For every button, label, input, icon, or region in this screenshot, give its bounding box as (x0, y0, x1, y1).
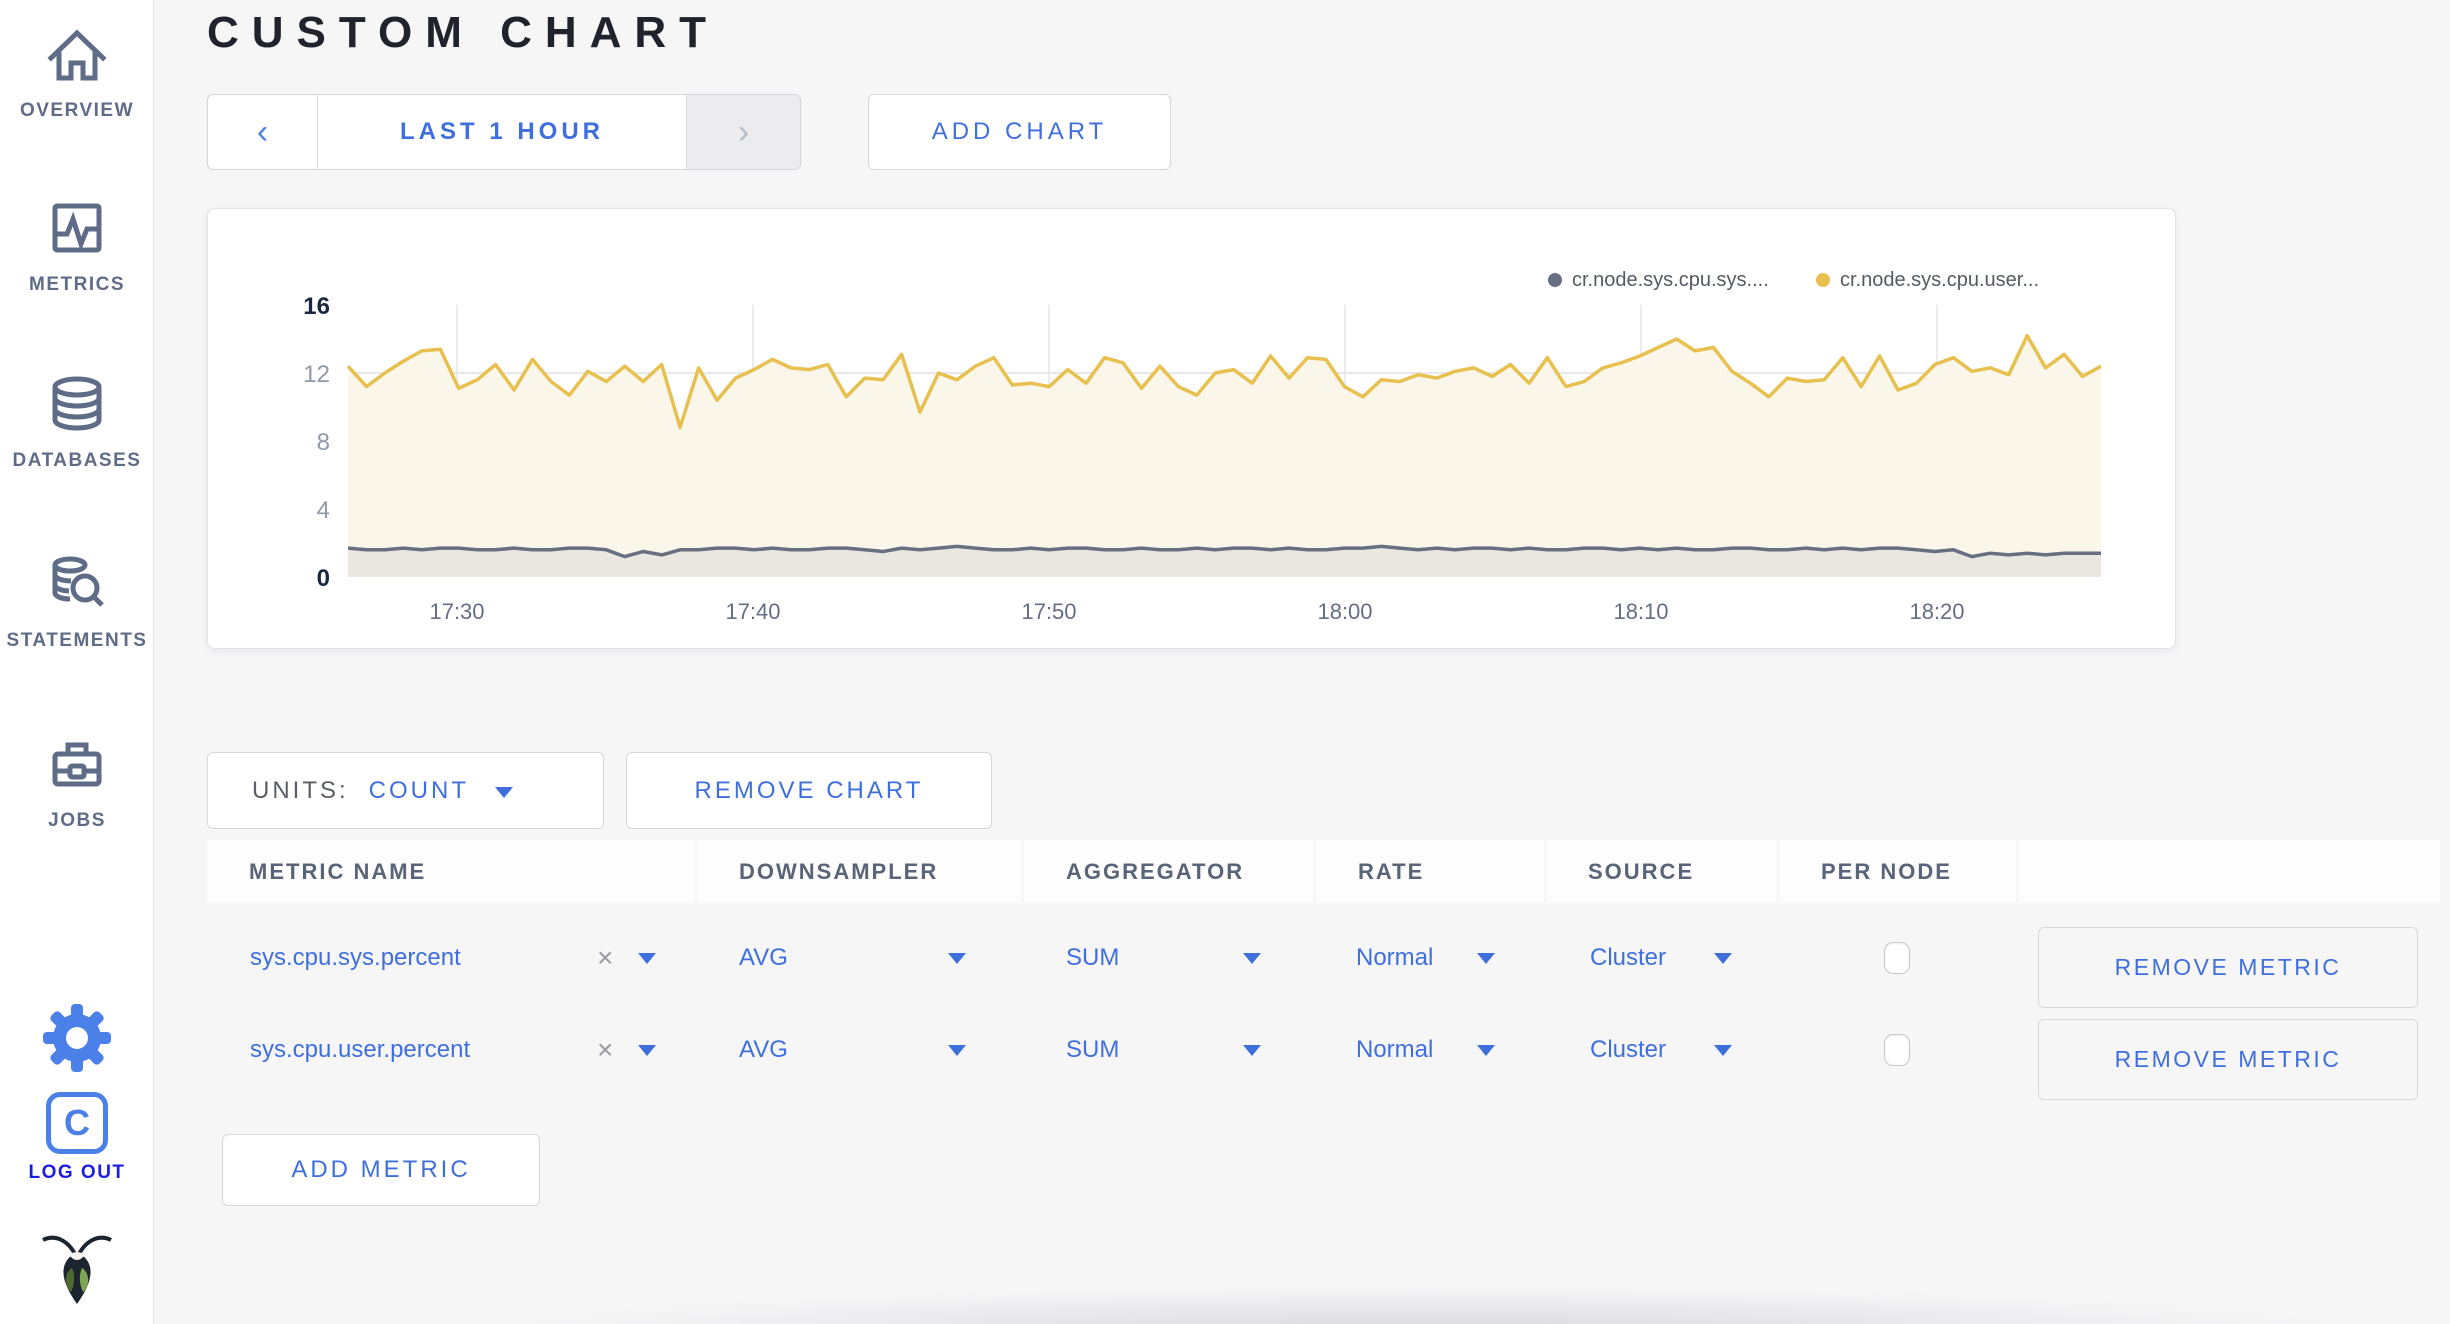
downsampler-caret[interactable] (948, 1045, 966, 1056)
units-value: COUNT (368, 776, 469, 804)
logo-letter: C (64, 1102, 90, 1143)
metric-row-2: sys.cpu.user.percent × AVG SUM Normal Cl… (0, 1004, 2450, 1100)
sidebar-item-label: JOBS (48, 810, 106, 831)
aggregator-caret[interactable] (1243, 953, 1261, 964)
chevron-down-icon (495, 787, 513, 798)
downsampler-select[interactable]: AVG (739, 912, 788, 1004)
remove-metric-button[interactable]: REMOVE METRIC (2038, 927, 2418, 1008)
sidebar-item-metrics[interactable]: METRICS (0, 192, 154, 296)
sidebar-item-databases[interactable]: DATABASES (0, 368, 154, 472)
custom-chart-page: OVERVIEW METRICS DATABASES STATEMENTS JO… (0, 0, 2450, 1324)
gear-icon (43, 1004, 111, 1072)
clear-metric-icon[interactable]: × (597, 1004, 613, 1096)
rate-caret[interactable] (1477, 1045, 1495, 1056)
remove-metric-button[interactable]: REMOVE METRIC (2038, 1019, 2418, 1100)
metric-dropdown-caret[interactable] (638, 1045, 656, 1056)
home-icon (47, 29, 107, 81)
aggregator-caret[interactable] (1243, 1045, 1261, 1056)
add-metric-button[interactable]: ADD METRIC (222, 1134, 540, 1206)
rate-select[interactable]: Normal (1356, 1004, 1433, 1096)
briefcase-icon (52, 742, 102, 787)
y-tick-label: 16 (303, 293, 330, 320)
x-tick-label: 18:00 (1317, 599, 1372, 624)
y-tick-label: 0 (317, 565, 330, 592)
y-tick-label: 4 (317, 497, 330, 524)
x-tick-label: 17:50 (1021, 599, 1076, 624)
metrics-icon (52, 203, 102, 253)
units-dropdown[interactable]: UNITS: COUNT (207, 752, 604, 829)
x-tick-label: 18:20 (1909, 599, 1964, 624)
source-caret[interactable] (1714, 953, 1732, 964)
aggregator-select[interactable]: SUM (1066, 1004, 1119, 1096)
time-range-dropdown[interactable]: LAST 1 HOUR (318, 95, 686, 169)
source-caret[interactable] (1714, 1045, 1732, 1056)
y-tick-label: 12 (303, 361, 330, 388)
per-node-checkbox[interactable] (1884, 942, 1910, 974)
column-header-source: SOURCE (1546, 840, 1777, 903)
metric-row-1: sys.cpu.sys.percent × AVG SUM Normal Clu… (0, 912, 2450, 1008)
scroll-shadow (400, 1266, 2450, 1324)
x-tick-label: 18:10 (1613, 599, 1668, 624)
sidebar-item-statements[interactable]: STATEMENTS (0, 548, 154, 652)
per-node-checkbox[interactable] (1884, 1034, 1910, 1066)
chevron-left-icon: ‹ (256, 112, 269, 151)
units-label: UNITS: (252, 776, 349, 804)
rate-select[interactable]: Normal (1356, 912, 1433, 1004)
database-icon (52, 376, 102, 431)
y-tick-label: 8 (317, 429, 330, 456)
aggregator-select[interactable]: SUM (1066, 912, 1119, 1004)
x-tick-label: 17:40 (725, 599, 780, 624)
source-select[interactable]: Cluster (1590, 1004, 1666, 1096)
time-range-selector: ‹ LAST 1 HOUR › (207, 94, 801, 170)
downsampler-select[interactable]: AVG (739, 1004, 788, 1096)
metric-dropdown-caret[interactable] (638, 953, 656, 964)
page-title: CUSTOM CHART (207, 8, 720, 57)
column-header-per-node: PER NODE (1779, 840, 2016, 903)
timeseries-chart[interactable]: 0 4 8 12 16 17:30 17:40 17:50 18:00 18:10 18:20 (208, 209, 2177, 650)
column-header-rate: RATE (1316, 840, 1544, 903)
clear-metric-icon[interactable]: × (597, 912, 613, 1004)
downsampler-caret[interactable] (948, 953, 966, 964)
sidebar-item-label: DATABASES (12, 450, 142, 471)
sidebar-item-label: METRICS (29, 274, 125, 295)
column-header-aggregator: AGGREGATOR (1024, 840, 1314, 903)
time-range-next-button[interactable]: › (686, 95, 800, 169)
sidebar-settings[interactable] (0, 1002, 154, 1084)
chevron-right-icon: › (737, 112, 750, 151)
sidebar: OVERVIEW METRICS DATABASES STATEMENTS JO… (0, 0, 154, 1324)
logout-c-icon: C (46, 1092, 108, 1154)
metric-name-input[interactable]: sys.cpu.sys.percent (250, 912, 461, 1004)
chart-card: cr.node.sys.cpu.sys.... cr.node.sys.cpu.… (207, 208, 2176, 649)
sidebar-item-jobs[interactable]: JOBS (0, 728, 154, 832)
cockroach-logo (0, 1228, 154, 1322)
x-tick-label: 17:30 (429, 599, 484, 624)
metric-name-input[interactable]: sys.cpu.user.percent (250, 1004, 470, 1096)
logout-label: LOG OUT (28, 1162, 126, 1183)
sidebar-item-overview[interactable]: OVERVIEW (0, 18, 154, 122)
time-range-prev-button[interactable]: ‹ (208, 95, 318, 169)
column-header-downsampler: DOWNSAMPLER (697, 840, 1022, 903)
column-header-actions (2018, 840, 2440, 903)
sidebar-item-label: OVERVIEW (19, 100, 135, 121)
cockroach-bug-icon (42, 1235, 112, 1304)
sidebar-logout[interactable]: C LOG OUT (0, 1092, 154, 1184)
add-chart-button[interactable]: ADD CHART (868, 94, 1171, 170)
column-header-metric-name: METRIC NAME (207, 840, 695, 903)
source-select[interactable]: Cluster (1590, 912, 1666, 1004)
remove-chart-button[interactable]: REMOVE CHART (626, 752, 992, 829)
sidebar-item-label: STATEMENTS (6, 630, 148, 651)
statements-icon (52, 556, 104, 607)
rate-caret[interactable] (1477, 953, 1495, 964)
